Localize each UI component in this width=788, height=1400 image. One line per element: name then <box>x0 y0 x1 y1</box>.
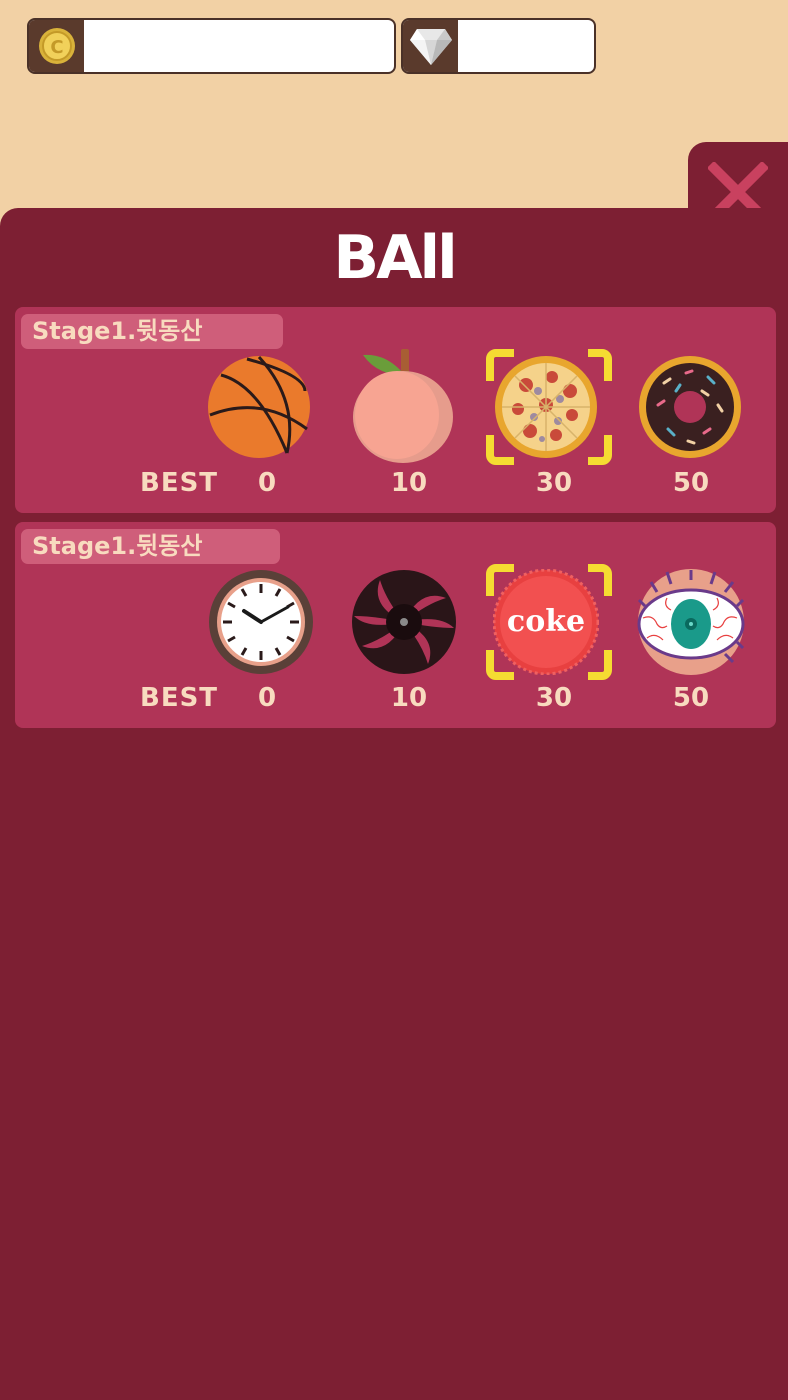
clock-icon <box>209 570 313 674</box>
ball-score: 10 <box>390 683 428 713</box>
stage-card: Stage1.뒷동산 BEST 0 10 coke 30 50 <box>15 522 776 728</box>
coin-icon: C <box>38 28 75 64</box>
selected-frame <box>486 564 612 680</box>
coin-balance: C <box>27 18 396 74</box>
black-hole-icon <box>352 570 456 674</box>
coin-icon-box: C <box>29 20 84 72</box>
gem-balance <box>401 18 596 74</box>
ball-score: 50 <box>672 468 710 498</box>
peach-icon <box>353 349 453 463</box>
eyeball-icon <box>637 569 745 675</box>
basketball-icon <box>208 355 310 458</box>
gem-icon-box <box>403 20 458 72</box>
svg-text:C: C <box>50 37 63 58</box>
ball-score: 0 <box>257 468 277 498</box>
ball-option[interactable] <box>334 562 474 682</box>
coin-value <box>91 20 386 72</box>
ball-option[interactable] <box>189 347 329 467</box>
stage-name: Stage1.뒷동산 <box>21 529 280 564</box>
ball-score: 0 <box>257 683 277 713</box>
diamond-icon <box>409 29 452 65</box>
ball-option[interactable] <box>620 347 760 467</box>
ball-option[interactable]: coke <box>476 562 616 682</box>
ball-option[interactable] <box>333 347 473 467</box>
ball-option[interactable] <box>476 347 616 467</box>
ball-score: 30 <box>535 468 573 498</box>
donut-icon <box>639 356 741 458</box>
ball-option[interactable] <box>191 562 331 682</box>
gem-value <box>465 20 586 72</box>
ball-option[interactable] <box>621 562 761 682</box>
ball-score: 50 <box>672 683 710 713</box>
ball-score: 10 <box>390 468 428 498</box>
stage-name: Stage1.뒷동산 <box>21 314 283 349</box>
ball-score: 30 <box>535 683 573 713</box>
panel-title: BAll <box>333 223 457 293</box>
stage-card: Stage1.뒷동산 BEST 0 10 30 50 <box>15 307 776 513</box>
selected-frame <box>486 349 612 465</box>
